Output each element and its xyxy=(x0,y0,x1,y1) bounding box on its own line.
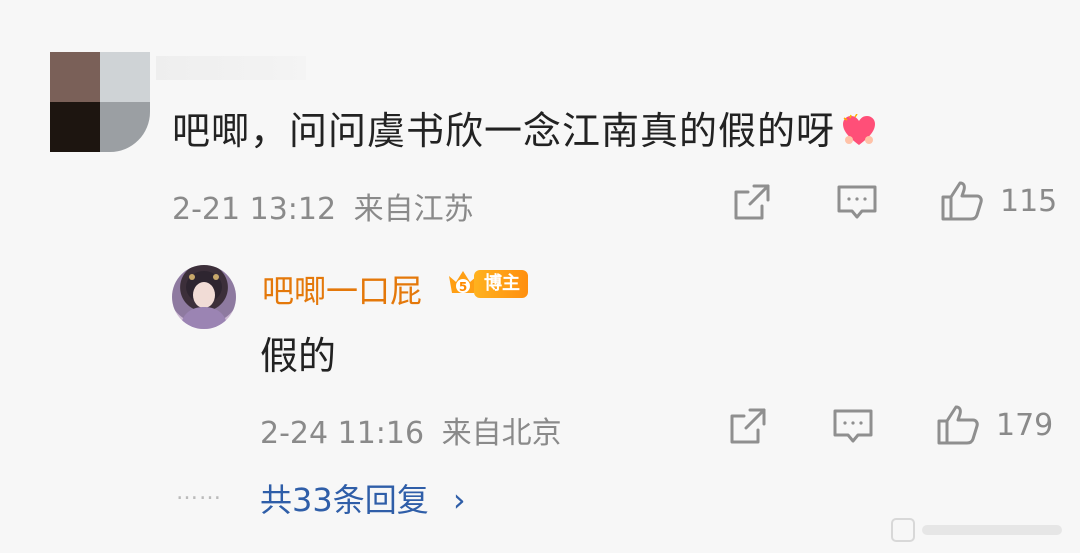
reply-meta: 2-24 11:16 来自北京 xyxy=(260,408,562,452)
commenter-name-blurred[interactable] xyxy=(156,56,306,80)
like-count: 115 xyxy=(1000,184,1058,219)
more-dots: …… xyxy=(176,480,222,505)
comment-icon xyxy=(837,185,877,219)
thumbs-up-icon xyxy=(941,181,983,221)
reply-location: 来自北京 xyxy=(441,416,562,451)
share-icon xyxy=(734,184,770,220)
comment-text: 吧唧，问问虞书欣一念江南真的假的呀 xyxy=(172,100,877,157)
heart-emoji-icon xyxy=(841,113,877,157)
watermark-graphic xyxy=(891,518,1062,542)
commenter-avatar[interactable] xyxy=(50,52,150,152)
avatar-image xyxy=(180,271,228,329)
comment-location: 来自江苏 xyxy=(353,192,474,227)
chevron-right-icon: › xyxy=(452,481,466,519)
reply-button[interactable] xyxy=(836,183,878,227)
reply-author-avatar[interactable] xyxy=(172,265,236,329)
reply-like-button[interactable] xyxy=(936,404,980,450)
watermark xyxy=(890,515,1065,545)
like-button[interactable] xyxy=(940,180,984,226)
badge-label: 博主 xyxy=(474,270,528,298)
reply-reply-button[interactable] xyxy=(832,407,874,451)
reply-time: 2-24 11:16 xyxy=(260,416,425,451)
more-replies-label: 共33条回复 xyxy=(260,481,429,519)
reply-share-button[interactable] xyxy=(728,406,768,450)
badge-level: 5 xyxy=(459,280,467,294)
share-icon xyxy=(730,408,766,444)
comment-meta: 2-21 13:12 来自江苏 xyxy=(172,184,474,228)
view-all-replies-link[interactable]: 共33条回复 › xyxy=(260,475,466,521)
share-button[interactable] xyxy=(732,182,772,226)
comment-icon xyxy=(833,409,873,443)
comment-body: 吧唧，问问虞书欣一念江南真的假的呀 xyxy=(172,109,836,153)
reply-author-name[interactable]: 吧唧一口屁 xyxy=(262,266,422,312)
thumbs-up-icon xyxy=(937,405,979,445)
comment-time: 2-21 13:12 xyxy=(172,192,337,227)
reply-text: 假的 xyxy=(260,334,337,378)
reply-like-count: 179 xyxy=(996,408,1054,443)
